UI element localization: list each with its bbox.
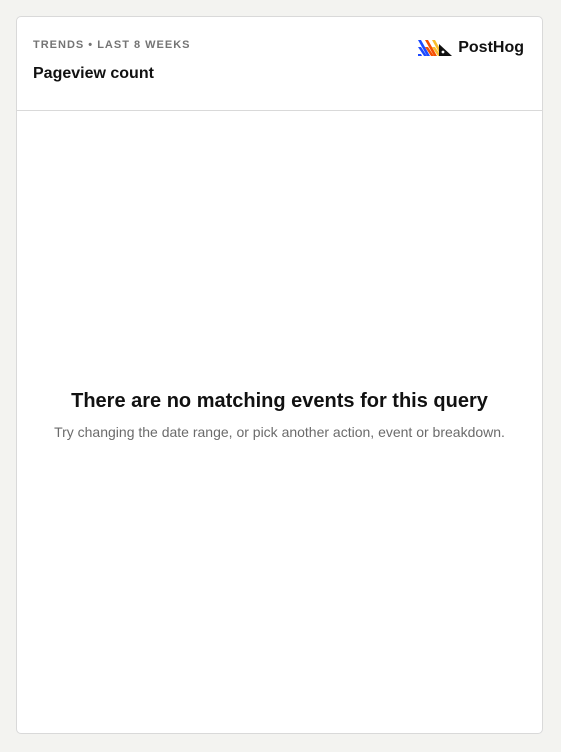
insight-title: Pageview count (33, 65, 154, 82)
empty-state-title: There are no matching events for this qu… (71, 390, 488, 412)
posthog-logo-icon (418, 38, 453, 58)
insight-card: TRENDS • LAST 8 WEEKS Pageview count Pos… (16, 16, 543, 734)
insight-subtitle: TRENDS • LAST 8 WEEKS (33, 39, 191, 51)
empty-state-description: Try changing the date range, or pick ano… (54, 424, 505, 440)
brand-name: PostHog (458, 39, 524, 56)
posthog-brand[interactable]: PostHog (418, 37, 524, 59)
empty-state: There are no matching events for this qu… (17, 389, 542, 441)
card-header: TRENDS • LAST 8 WEEKS Pageview count Pos… (17, 17, 542, 111)
